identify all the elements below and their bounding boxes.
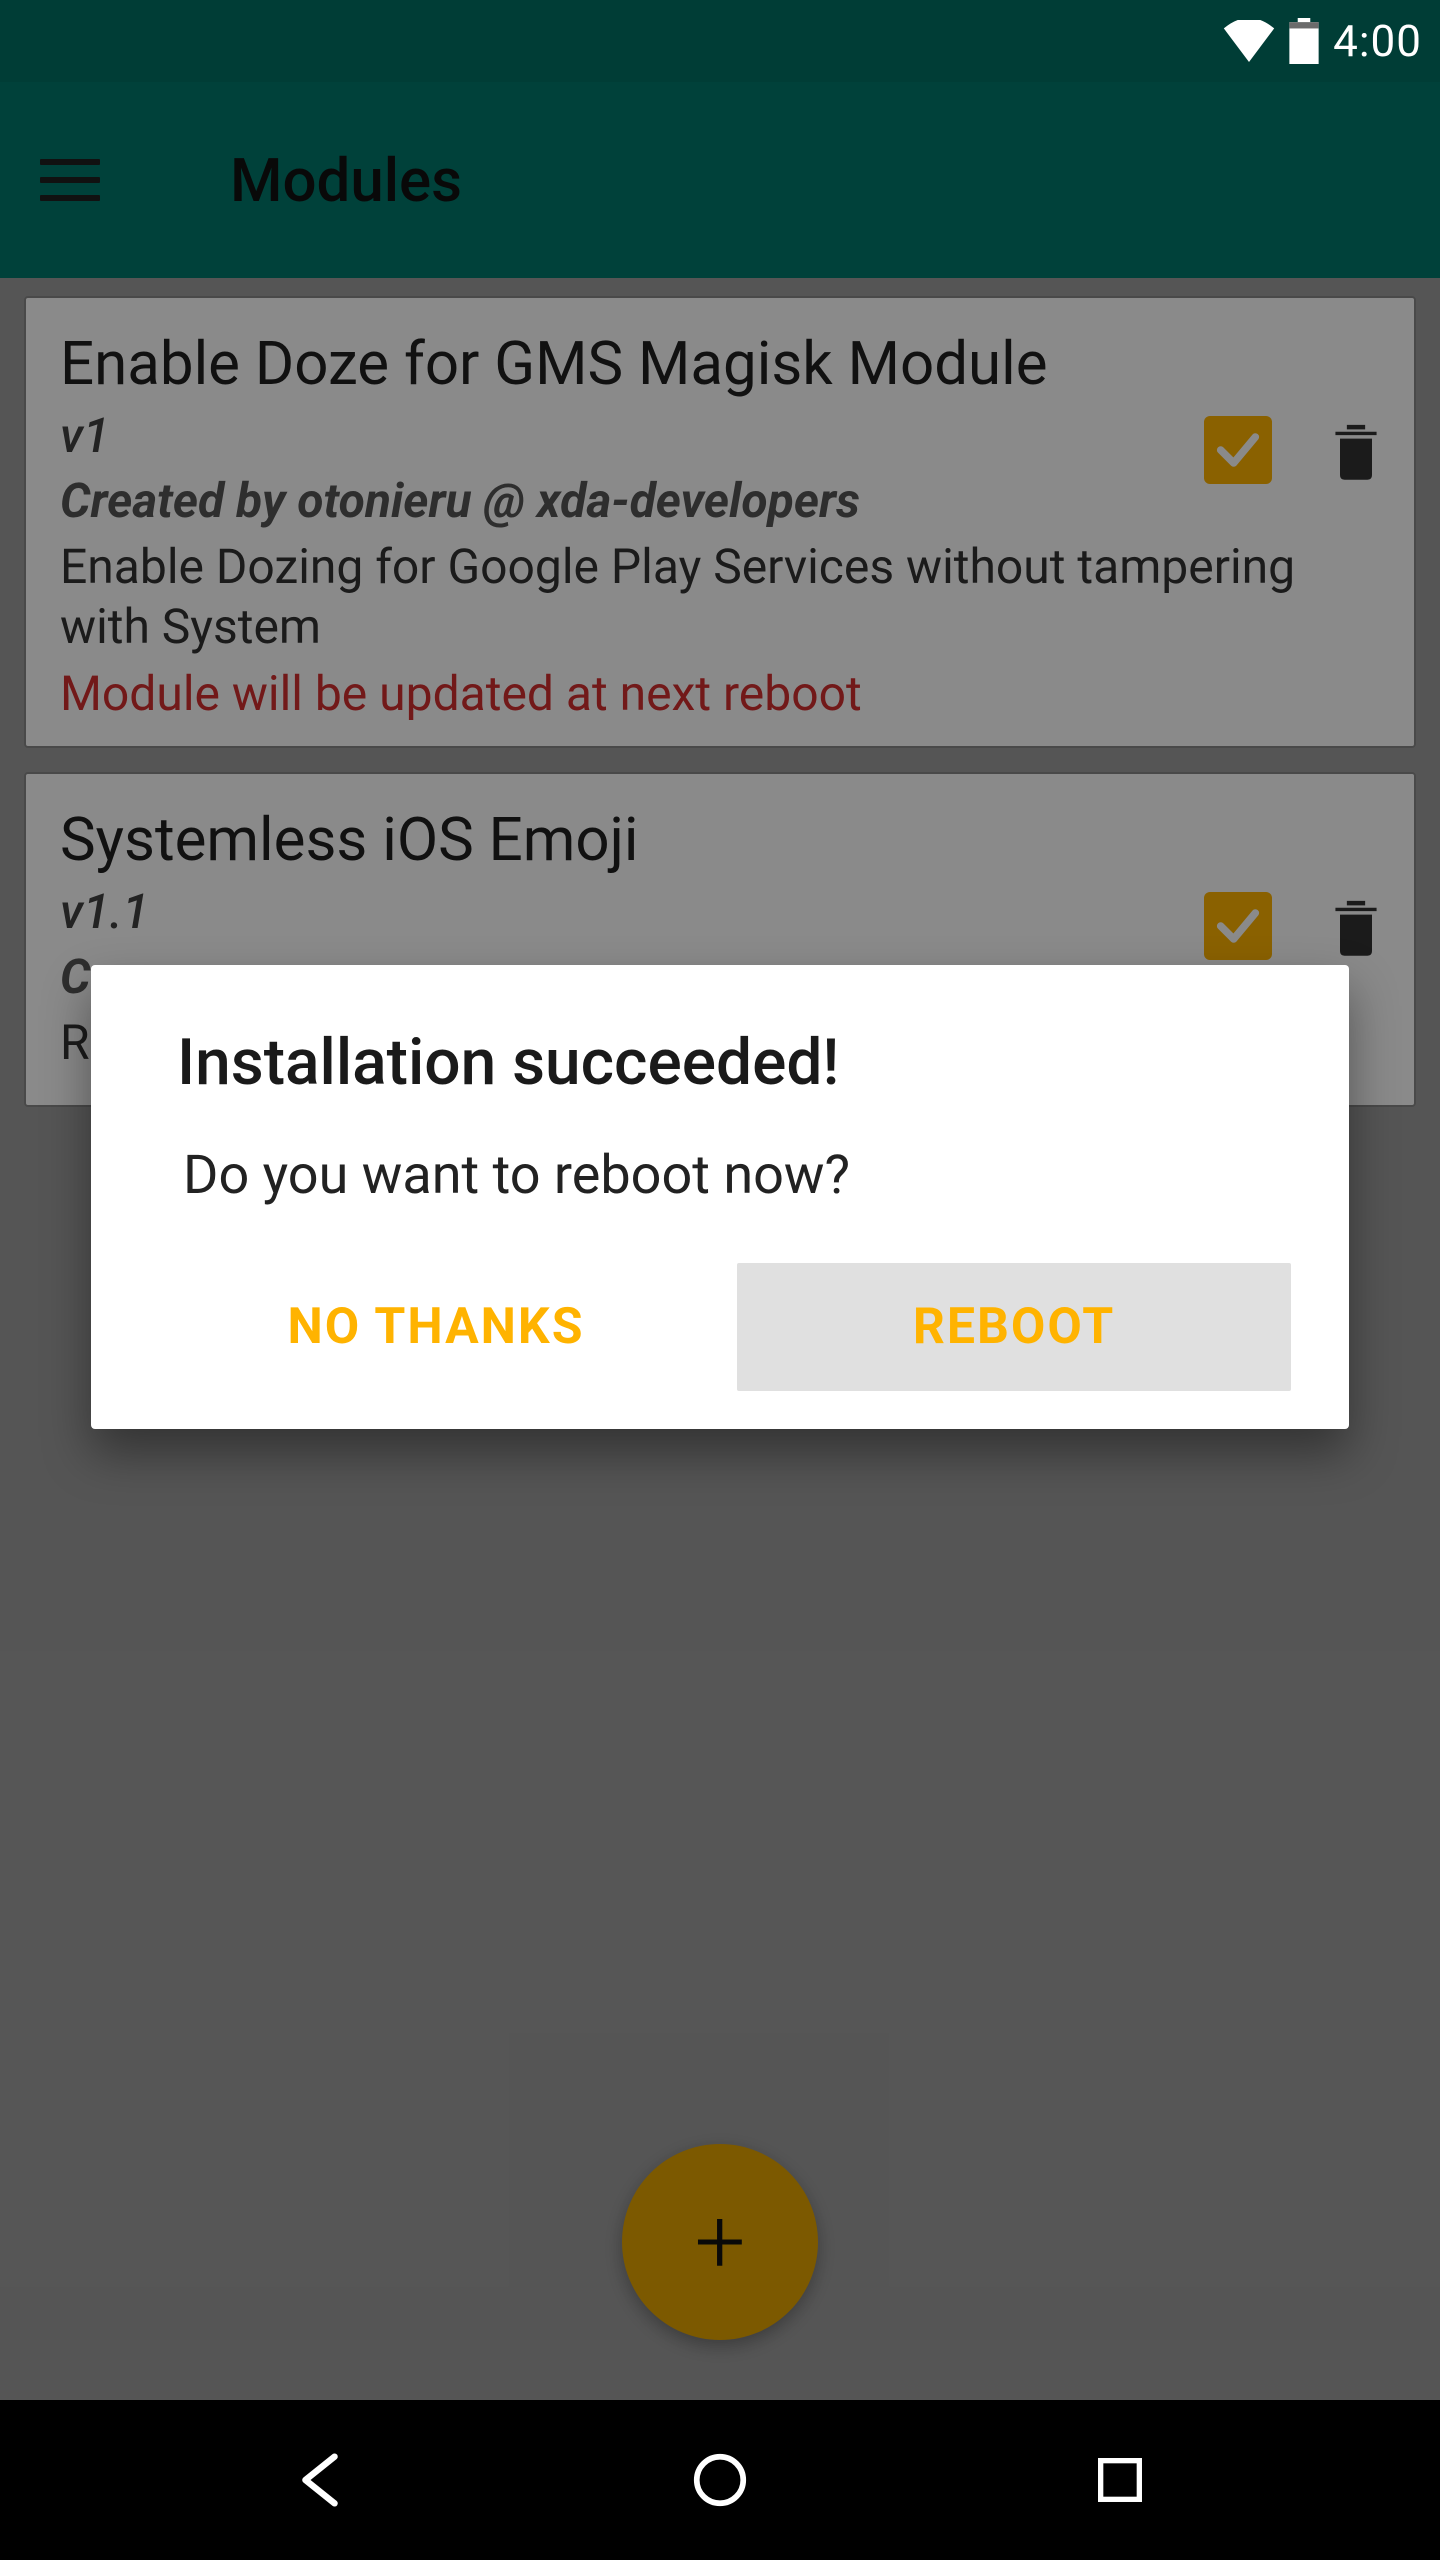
device-frame: Modules Enable Doze for GMS Magisk Modul… xyxy=(0,0,1440,2560)
no-thanks-button[interactable]: NO THANKS xyxy=(159,1263,713,1391)
dialog-button-row: NO THANKS REBOOT xyxy=(149,1263,1291,1391)
home-icon[interactable] xyxy=(678,2438,762,2522)
battery-icon xyxy=(1289,18,1319,64)
navigation-bar xyxy=(0,2400,1440,2560)
recents-icon[interactable] xyxy=(1078,2438,1162,2522)
back-icon[interactable] xyxy=(278,2438,362,2522)
reboot-button[interactable]: REBOOT xyxy=(737,1263,1291,1391)
dialog-title: Installation succeeded! xyxy=(149,1025,1291,1100)
install-success-dialog: Installation succeeded! Do you want to r… xyxy=(91,965,1349,1429)
wifi-icon xyxy=(1223,20,1275,62)
status-bar: 4:00 xyxy=(0,0,1440,82)
status-time: 4:00 xyxy=(1333,15,1422,67)
dialog-message: Do you want to reboot now? xyxy=(149,1144,1291,1207)
